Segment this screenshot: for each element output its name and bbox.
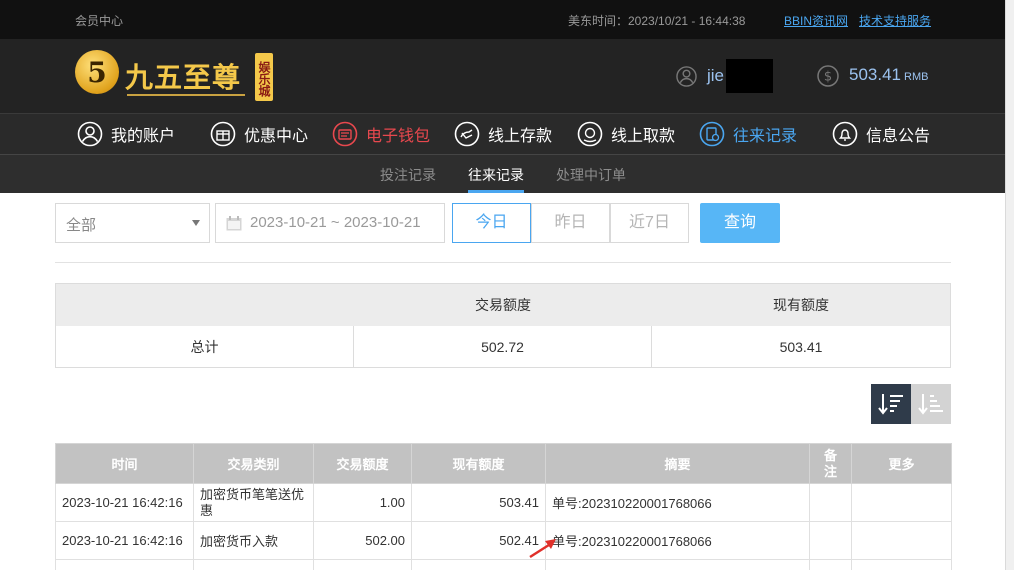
deposit-icon	[454, 121, 480, 147]
row-time: 2023-10-21 16:42:16	[55, 521, 194, 560]
date-range-value: 2023-10-21 ~ 2023-10-21	[250, 214, 421, 231]
last-7-days-button[interactable]: 近7日	[610, 203, 689, 243]
logo-ornament	[127, 94, 245, 96]
top-bar: 会员中心 美东时间：2023/10/21 - 16:44:38 BBIN资讯网 …	[0, 0, 1005, 39]
summary-total-amount: 502.72	[481, 339, 524, 355]
svg-text:$: $	[824, 70, 832, 85]
column-header-note[interactable]: 备注	[809, 443, 852, 484]
member-center-label: 会员中心	[75, 14, 124, 28]
gift-icon	[210, 121, 236, 147]
column-header-amount[interactable]: 交易额度	[313, 443, 412, 484]
column-header-summary[interactable]: 摘要	[545, 443, 810, 484]
bell-icon	[832, 121, 858, 147]
summary-table: 交易额度 现有额度 总计 502.72 503.41	[55, 283, 951, 368]
column-header-more[interactable]: 更多	[851, 443, 952, 484]
nav-label: 线上存款	[488, 128, 553, 145]
row-amount: 1.00	[313, 483, 412, 522]
table-row[interactable]: 2023-10-21 16:42:16 加密货币入款 502.00 502.41…	[55, 521, 952, 560]
summary-header-amount: 交易额度	[475, 297, 531, 313]
column-header-balance[interactable]: 现有额度	[411, 443, 546, 484]
nav-label: 电子钱包	[366, 128, 431, 145]
records-icon	[699, 121, 725, 147]
summary-total-balance: 503.41	[779, 339, 823, 355]
calendar-icon	[226, 216, 242, 231]
date-range-input[interactable]: 2023-10-21 ~ 2023-10-21	[215, 203, 445, 243]
type-select-value: 全部	[66, 217, 97, 234]
sort-descending-icon	[878, 394, 903, 415]
withdraw-icon	[577, 121, 603, 147]
logo-text: 九五至尊	[125, 61, 242, 94]
today-button[interactable]: 今日	[452, 203, 531, 243]
type-select[interactable]: 全部	[55, 203, 210, 243]
row-note	[809, 483, 852, 522]
table-row[interactable]: 2023-10-21 16:42:16 加密货币笔笔送优惠 1.00 503.4…	[55, 483, 952, 522]
table-row[interactable]	[55, 559, 952, 570]
row-type: 加密货币笔笔送优惠	[193, 483, 314, 522]
tech-support-link[interactable]: 技术支持服务	[859, 12, 931, 29]
sub-nav: 投注记录 往来记录 处理中订单	[0, 154, 1005, 193]
window-edge	[1005, 0, 1014, 570]
nav-announcements[interactable]: 信息公告	[832, 120, 930, 148]
tab-bet-records[interactable]: 投注记录	[380, 165, 436, 185]
row-amount: 502.00	[313, 521, 412, 560]
nav-online-withdraw[interactable]: 线上取款	[577, 120, 675, 148]
user-icon	[77, 121, 103, 147]
row-more[interactable]	[851, 483, 952, 522]
row-note	[809, 521, 852, 560]
row-balance: 503.41	[411, 483, 546, 522]
nav-label: 信息公告	[866, 128, 931, 145]
logo-tag: 娱乐城	[255, 53, 273, 101]
row-more[interactable]	[851, 521, 952, 560]
bbin-news-link[interactable]: BBIN资讯网	[784, 12, 848, 29]
balance-amount: 503.41	[849, 65, 901, 84]
table-header-row: 时间 交易类别 交易额度 现有额度 摘要 备注 更多	[55, 443, 952, 484]
redaction-mask	[726, 59, 773, 93]
eastern-time: 美东时间：2023/10/21 - 16:44:38	[568, 14, 746, 28]
nav-e-wallet[interactable]: 电子钱包	[332, 120, 430, 148]
nav-transaction-records[interactable]: 往来记录	[699, 120, 797, 148]
summary-total-label: 总计	[190, 339, 219, 355]
wallet-icon	[332, 121, 358, 147]
nav-label: 线上取款	[611, 128, 676, 145]
row-summary: 单号:202310220001768066	[545, 483, 810, 522]
row-type: 加密货币入款	[193, 521, 314, 560]
page: 会员中心 美东时间：2023/10/21 - 16:44:38 BBIN资讯网 …	[0, 0, 1014, 570]
yesterday-button[interactable]: 昨日	[531, 203, 610, 243]
row-balance: 502.41	[411, 521, 546, 560]
sort-ascending-icon	[918, 394, 943, 415]
nav-label: 优惠中心	[244, 128, 309, 145]
sort-ascending-button[interactable]	[911, 384, 951, 424]
nav-my-account[interactable]: 我的账户	[77, 120, 175, 148]
row-summary: 单号:202310220001768066	[545, 521, 810, 560]
nav-label: 我的账户	[111, 128, 176, 145]
dollar-icon: $	[817, 65, 839, 87]
sort-descending-button[interactable]	[871, 384, 911, 424]
nav-online-deposit[interactable]: 线上存款	[454, 120, 552, 148]
tab-pending-orders[interactable]: 处理中订单	[556, 165, 626, 185]
row-time: 2023-10-21 16:42:16	[55, 483, 194, 522]
summary-header-balance: 现有额度	[773, 297, 829, 313]
header: 5 九五至尊 娱乐城 jie $ 503.41 RMB	[0, 39, 1005, 113]
balance-currency: RMB	[904, 71, 929, 83]
divider	[55, 262, 951, 263]
column-header-time[interactable]: 时间	[55, 443, 194, 484]
user-icon	[676, 66, 697, 87]
nav-label: 往来记录	[733, 128, 798, 145]
username: jie	[707, 66, 725, 85]
logo-coin-icon: 5	[75, 50, 119, 94]
tab-transaction-records[interactable]: 往来记录	[468, 165, 524, 193]
red-arrow-annotation	[529, 539, 556, 559]
query-button[interactable]: 查询	[700, 203, 780, 243]
nav-promotions[interactable]: 优惠中心	[210, 120, 308, 148]
chevron-down-icon	[192, 220, 200, 226]
main-nav: 我的账户 优惠中心 电子钱包 线上存款 线上取款 往来记录 信息公告	[0, 113, 1005, 154]
column-header-type[interactable]: 交易类别	[193, 443, 314, 484]
records-table: 时间 交易类别 交易额度 现有额度 摘要 备注 更多 2023-10-21 16…	[55, 443, 952, 570]
